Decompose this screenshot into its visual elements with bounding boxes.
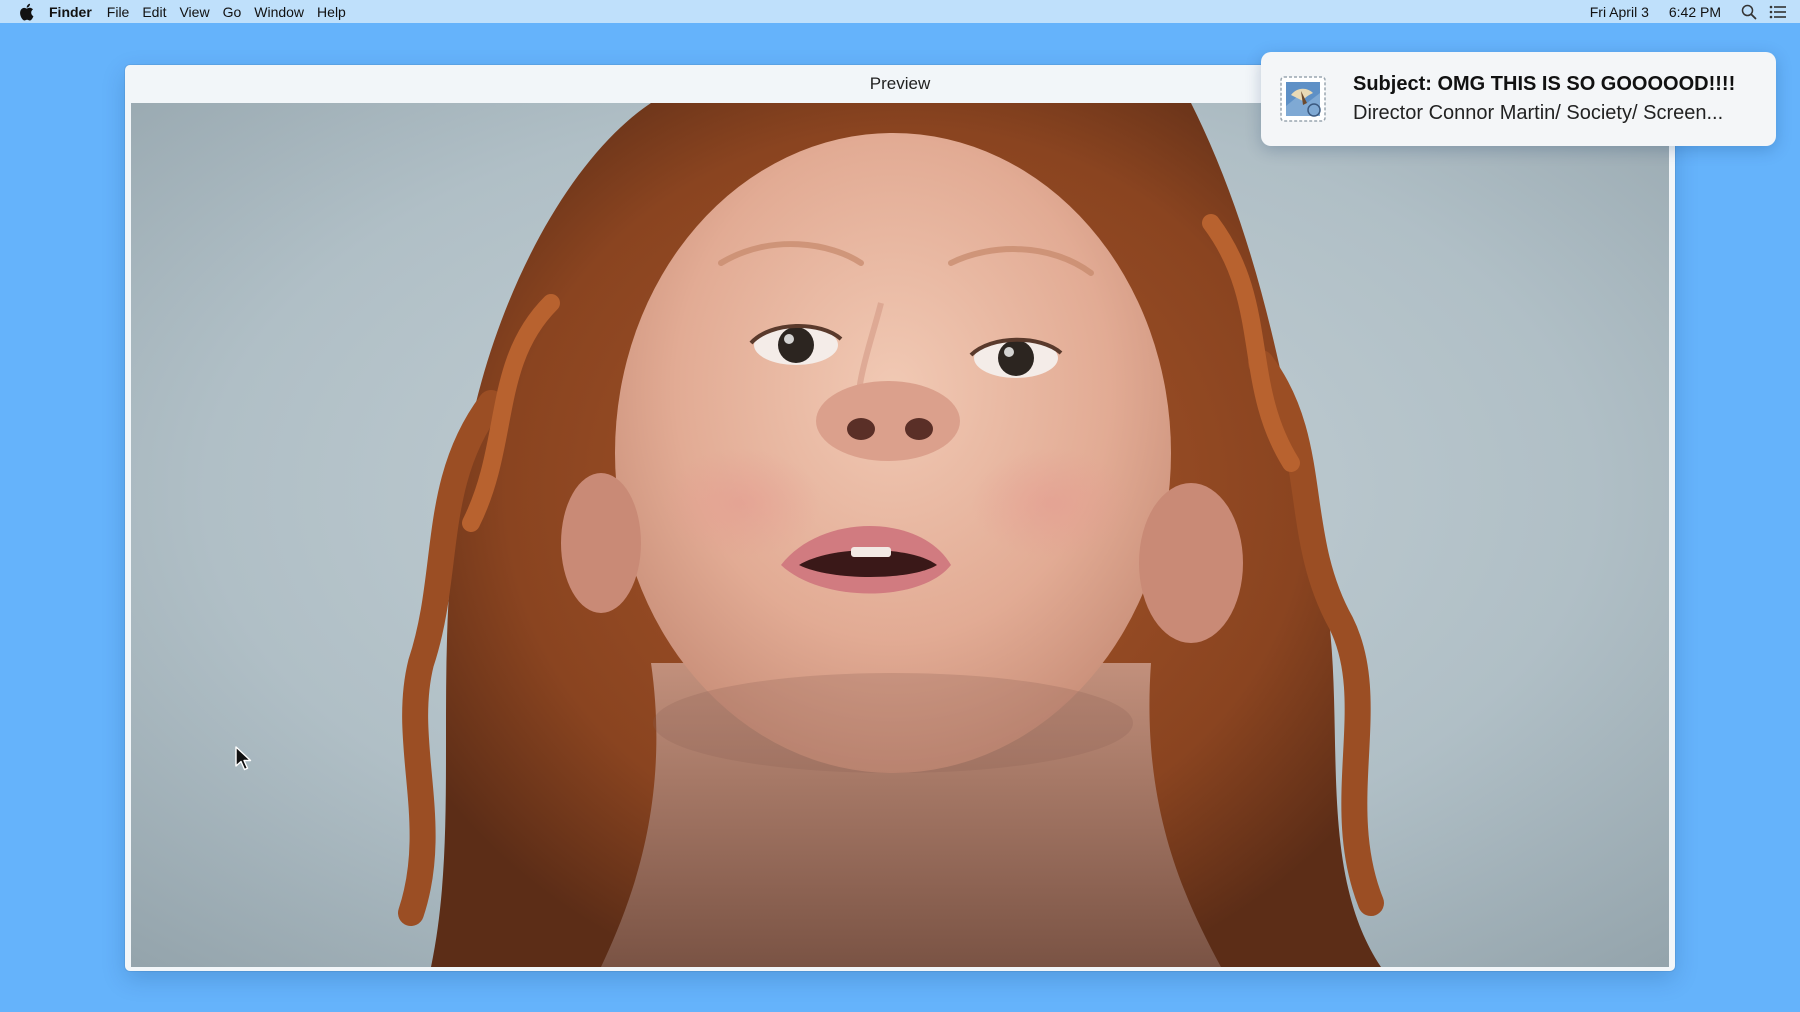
menu-bar: Finder File Edit View Go Window Help Fri…	[0, 0, 1800, 23]
menu-go[interactable]: Go	[223, 4, 242, 20]
notification-text: Subject: OMG THIS IS SO GOOOOOD!!!! Dire…	[1353, 73, 1735, 125]
mouse-cursor-icon	[235, 746, 253, 772]
menu-view[interactable]: View	[179, 4, 209, 20]
notification-body: Director Connor Martin/ Society/ Screen.…	[1353, 102, 1724, 124]
menu-date[interactable]: Fri April 3	[1590, 4, 1649, 20]
mail-stamp-icon	[1277, 73, 1329, 125]
menu-edit[interactable]: Edit	[142, 4, 166, 20]
menu-bar-status-area: Fri April 3 6:42 PM	[1590, 0, 1800, 23]
preview-window[interactable]: Preview	[125, 65, 1675, 971]
mail-notification[interactable]: Subject: OMG THIS IS SO GOOOOOD!!!! Dire…	[1261, 52, 1776, 146]
preview-image	[131, 103, 1669, 967]
menu-window[interactable]: Window	[254, 4, 304, 20]
spotlight-search-icon[interactable]	[1739, 2, 1759, 22]
menu-app-name[interactable]: Finder	[49, 4, 92, 20]
notification-subject: Subject: OMG THIS IS SO GOOOOOD!!!!	[1353, 73, 1736, 95]
apple-icon[interactable]	[17, 3, 35, 21]
menu-help[interactable]: Help	[317, 4, 346, 20]
menu-time[interactable]: 6:42 PM	[1669, 4, 1721, 20]
window-title: Preview	[869, 74, 931, 93]
notification-center-icon[interactable]	[1768, 2, 1788, 22]
menu-file[interactable]: File	[107, 4, 130, 20]
